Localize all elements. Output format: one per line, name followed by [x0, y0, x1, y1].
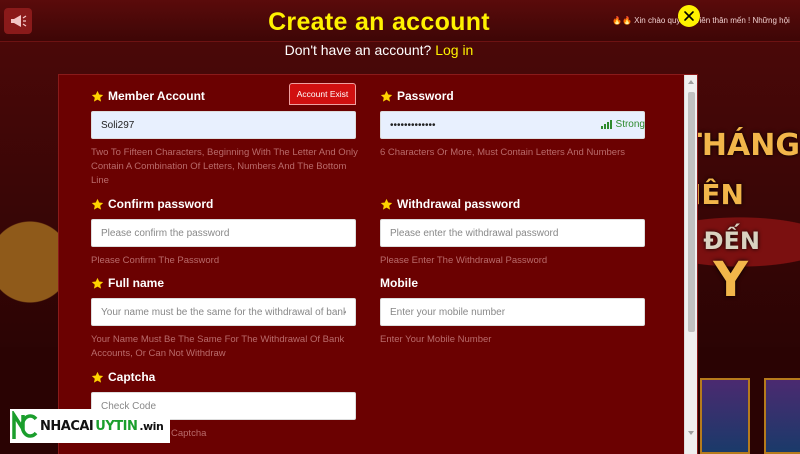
mobile-field: Mobile Enter Your Mobile Number: [380, 276, 650, 347]
full-name-field: Full name Your Name Must Be The Same For…: [91, 276, 361, 361]
mobile-input[interactable]: [380, 298, 645, 326]
modal-title: Create an account: [268, 8, 490, 36]
withdrawal-password-label: Withdrawal password: [397, 197, 521, 211]
nc-logo-icon: [12, 411, 38, 439]
game-card[interactable]: [764, 378, 800, 454]
banner-word: IÊN: [691, 178, 744, 211]
game-card[interactable]: [700, 378, 750, 454]
watermark-logo: NHACAI UYTIN .win: [10, 409, 170, 443]
full-name-hint: Your Name Must Be The Same For The Withd…: [91, 334, 345, 359]
scroll-up-icon[interactable]: [688, 80, 694, 84]
password-hint: 6 Characters Or More, Must Contain Lette…: [380, 147, 625, 158]
banner-word: Y: [713, 252, 748, 308]
star-icon: [91, 371, 104, 383]
withdrawal-password-field: Withdrawal password Please Enter The Wit…: [380, 197, 650, 268]
withdrawal-password-hint: Please Enter The Withdrawal Password: [380, 255, 548, 266]
close-icon: [684, 11, 694, 21]
password-field: Password Strong 6 Characters Or More, Mu…: [380, 89, 650, 160]
password-label: Password: [397, 89, 454, 103]
full-name-input[interactable]: [91, 298, 356, 326]
member-account-hint: Two To Fifteen Characters, Beginning Wit…: [91, 147, 358, 186]
star-icon: [91, 277, 104, 289]
full-name-label: Full name: [108, 276, 165, 290]
confirm-password-label: Confirm password: [108, 197, 214, 211]
registration-form: Member Account Two To Fifteen Characters…: [58, 74, 698, 454]
confirm-password-hint: Please Confirm The Password: [91, 255, 220, 266]
scroll-thumb[interactable]: [688, 92, 695, 332]
star-icon: [380, 90, 393, 102]
confirm-password-input[interactable]: [91, 219, 356, 247]
mobile-label: Mobile: [380, 276, 418, 290]
scroll-down-icon[interactable]: [688, 431, 694, 435]
member-account-input[interactable]: [91, 111, 356, 139]
form-scrollbar[interactable]: [684, 75, 697, 454]
password-strength: Strong: [600, 119, 645, 130]
password-strength-text: Strong: [615, 119, 645, 130]
banner-word: THÁNG: [681, 128, 800, 163]
confirm-password-field: Confirm password Please Confirm The Pass…: [91, 197, 361, 268]
login-link[interactable]: Log in: [435, 42, 473, 58]
signal-bars-icon: [600, 119, 612, 129]
account-exist-button[interactable]: Account Exist: [289, 83, 356, 105]
star-icon: [91, 198, 104, 210]
star-icon: [91, 90, 104, 102]
star-icon: [380, 198, 393, 210]
mobile-hint: Enter Your Mobile Number: [380, 334, 492, 345]
captcha-label: Captcha: [108, 370, 156, 384]
modal-subtitle: Don't have an account? Log in: [284, 42, 474, 58]
banner-word: ĐẾN: [703, 227, 760, 255]
withdrawal-password-input[interactable]: [380, 219, 645, 247]
close-button[interactable]: [678, 5, 700, 27]
member-account-label: Member Account: [108, 89, 205, 103]
